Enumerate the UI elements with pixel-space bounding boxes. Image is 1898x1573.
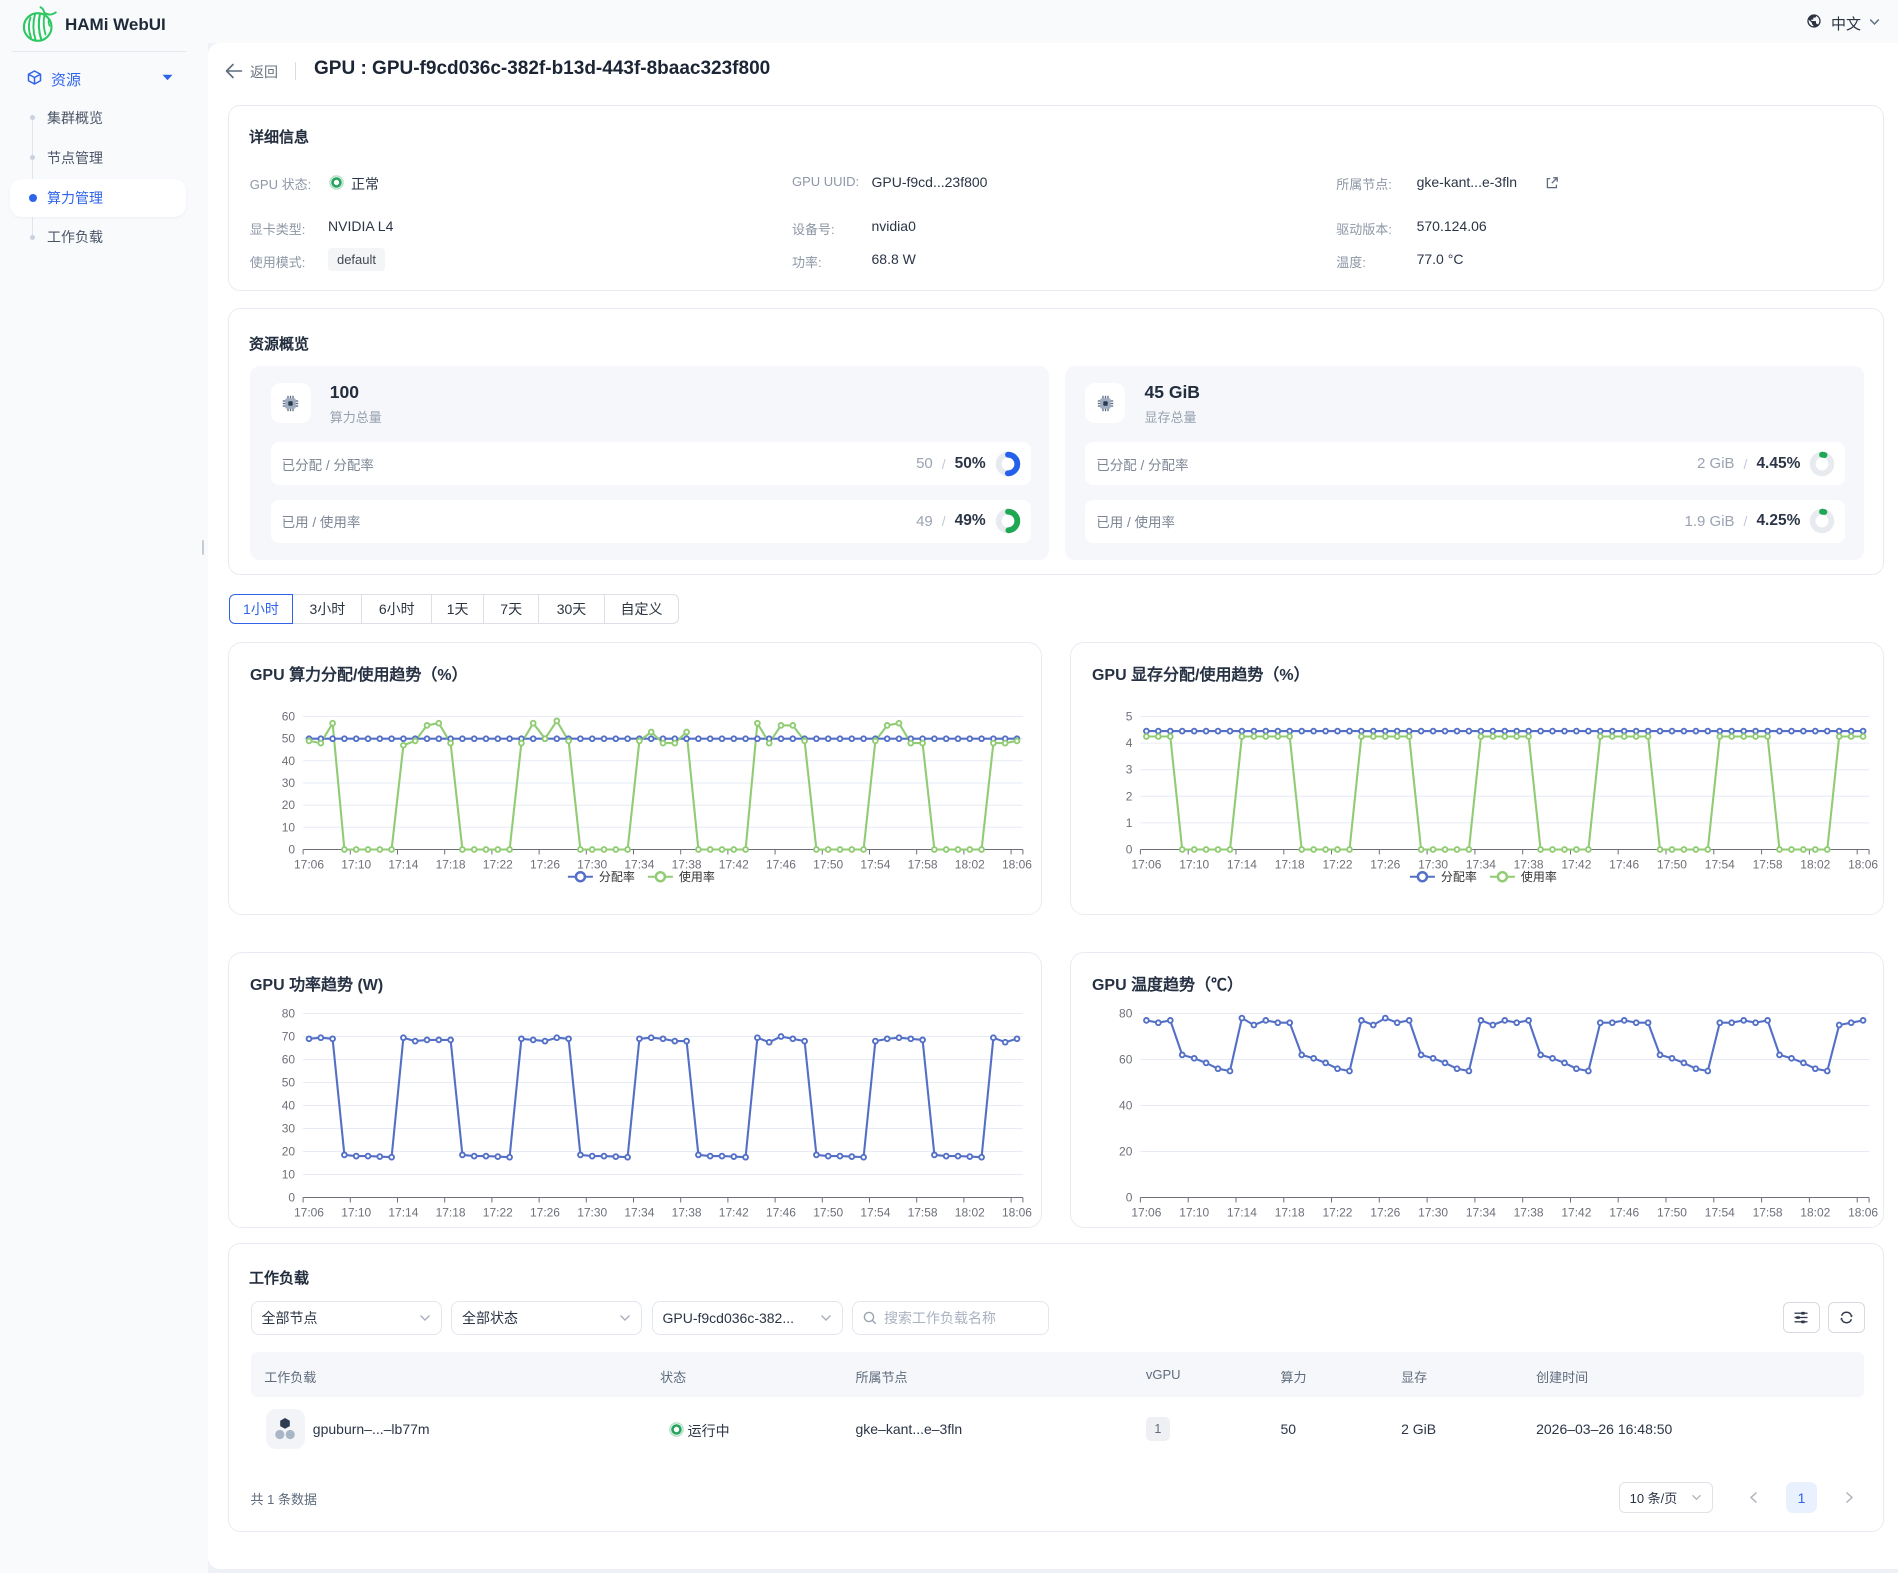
svg-text:17:58: 17:58: [908, 857, 938, 871]
svg-text:17:10: 17:10: [341, 857, 371, 871]
svg-text:17:50: 17:50: [1657, 857, 1687, 871]
svg-text:18:06: 18:06: [1002, 857, 1032, 871]
svg-text:17:26: 17:26: [1370, 857, 1400, 871]
svg-text:17:46: 17:46: [1609, 857, 1639, 871]
svg-text:17:14: 17:14: [388, 857, 418, 871]
svg-text:17:14: 17:14: [388, 1205, 418, 1219]
svg-text:17:54: 17:54: [1705, 857, 1735, 871]
svg-text:0: 0: [288, 842, 295, 856]
svg-text:18:02: 18:02: [955, 1205, 985, 1219]
svg-text:GPU 算力分配/使用趋势（%）: GPU 算力分配/使用趋势（%）: [250, 664, 468, 683]
svg-text:17:22: 17:22: [483, 857, 513, 871]
svg-text:80: 80: [282, 1006, 296, 1020]
svg-text:17:18: 17:18: [1275, 857, 1305, 871]
svg-text:60: 60: [282, 1052, 296, 1066]
svg-text:5: 5: [1126, 709, 1133, 723]
svg-text:17:50: 17:50: [1657, 1205, 1687, 1219]
svg-text:17:42: 17:42: [719, 857, 749, 871]
svg-text:17:54: 17:54: [860, 857, 890, 871]
svg-text:GPU 功率趋势 (W): GPU 功率趋势 (W): [250, 975, 383, 994]
svg-text:17:22: 17:22: [1322, 1205, 1352, 1219]
svg-text:17:26: 17:26: [530, 1205, 560, 1219]
svg-text:17:26: 17:26: [1370, 1205, 1400, 1219]
svg-text:17:26: 17:26: [530, 857, 560, 871]
svg-text:17:10: 17:10: [341, 1205, 371, 1219]
svg-text:50: 50: [282, 1075, 296, 1089]
svg-text:17:54: 17:54: [1705, 1205, 1735, 1219]
svg-text:3: 3: [1126, 762, 1133, 776]
svg-text:17:58: 17:58: [908, 1205, 938, 1219]
svg-text:40: 40: [282, 753, 296, 767]
svg-text:80: 80: [1119, 1006, 1133, 1020]
svg-text:17:46: 17:46: [766, 1205, 796, 1219]
svg-text:17:50: 17:50: [813, 857, 843, 871]
svg-text:17:30: 17:30: [577, 1205, 607, 1219]
svg-text:17:50: 17:50: [813, 1205, 843, 1219]
svg-text:17:06: 17:06: [294, 857, 324, 871]
svg-text:1: 1: [1126, 815, 1133, 829]
svg-text:18:06: 18:06: [1848, 1205, 1878, 1219]
svg-text:20: 20: [1119, 1144, 1133, 1158]
svg-text:40: 40: [282, 1098, 296, 1112]
svg-text:17:06: 17:06: [1131, 1205, 1161, 1219]
svg-text:18:02: 18:02: [955, 857, 985, 871]
svg-text:10: 10: [282, 1167, 296, 1181]
svg-text:17:54: 17:54: [860, 1205, 890, 1219]
svg-text:18:02: 18:02: [1800, 1205, 1830, 1219]
svg-text:17:22: 17:22: [483, 1205, 513, 1219]
svg-text:17:34: 17:34: [1466, 1205, 1496, 1219]
svg-text:70: 70: [282, 1029, 296, 1043]
svg-text:0: 0: [1126, 1190, 1133, 1204]
svg-text:分配率: 分配率: [599, 869, 635, 884]
svg-text:18:06: 18:06: [1848, 857, 1878, 871]
svg-text:0: 0: [1126, 842, 1133, 856]
svg-text:60: 60: [1119, 1052, 1133, 1066]
svg-text:20: 20: [282, 1144, 296, 1158]
svg-text:使用率: 使用率: [679, 869, 715, 884]
svg-text:0: 0: [288, 1190, 295, 1204]
svg-text:17:38: 17:38: [1513, 1205, 1543, 1219]
svg-text:4: 4: [1126, 736, 1133, 750]
svg-text:17:34: 17:34: [624, 1205, 654, 1219]
svg-text:40: 40: [1119, 1098, 1133, 1112]
svg-text:17:46: 17:46: [1609, 1205, 1639, 1219]
svg-text:使用率: 使用率: [1521, 869, 1557, 884]
svg-text:30: 30: [282, 775, 296, 789]
svg-text:17:06: 17:06: [294, 1205, 324, 1219]
svg-text:17:42: 17:42: [1561, 857, 1591, 871]
svg-text:17:06: 17:06: [1131, 857, 1161, 871]
svg-text:50: 50: [282, 731, 296, 745]
svg-text:17:42: 17:42: [1561, 1205, 1591, 1219]
svg-text:18:02: 18:02: [1800, 857, 1830, 871]
svg-text:17:46: 17:46: [766, 857, 796, 871]
svg-text:17:58: 17:58: [1752, 857, 1782, 871]
svg-text:30: 30: [282, 1121, 296, 1135]
svg-text:17:38: 17:38: [672, 1205, 702, 1219]
svg-text:60: 60: [282, 709, 296, 723]
svg-text:17:14: 17:14: [1227, 1205, 1257, 1219]
svg-text:17:10: 17:10: [1179, 1205, 1209, 1219]
svg-text:分配率: 分配率: [1441, 869, 1477, 884]
svg-text:18:06: 18:06: [1002, 1205, 1032, 1219]
svg-text:20: 20: [282, 798, 296, 812]
svg-text:17:18: 17:18: [1275, 1205, 1305, 1219]
svg-text:GPU 温度趋势（℃）: GPU 温度趋势（℃）: [1092, 975, 1243, 994]
svg-text:17:58: 17:58: [1752, 1205, 1782, 1219]
svg-text:2: 2: [1126, 789, 1133, 803]
svg-text:10: 10: [282, 820, 296, 834]
svg-text:17:22: 17:22: [1322, 857, 1352, 871]
svg-text:17:30: 17:30: [1418, 1205, 1448, 1219]
svg-text:17:18: 17:18: [436, 857, 466, 871]
svg-text:17:18: 17:18: [436, 1205, 466, 1219]
svg-text:GPU 显存分配/使用趋势（%）: GPU 显存分配/使用趋势（%）: [1092, 664, 1310, 683]
svg-text:17:10: 17:10: [1179, 857, 1209, 871]
svg-text:17:14: 17:14: [1227, 857, 1257, 871]
svg-text:17:42: 17:42: [719, 1205, 749, 1219]
